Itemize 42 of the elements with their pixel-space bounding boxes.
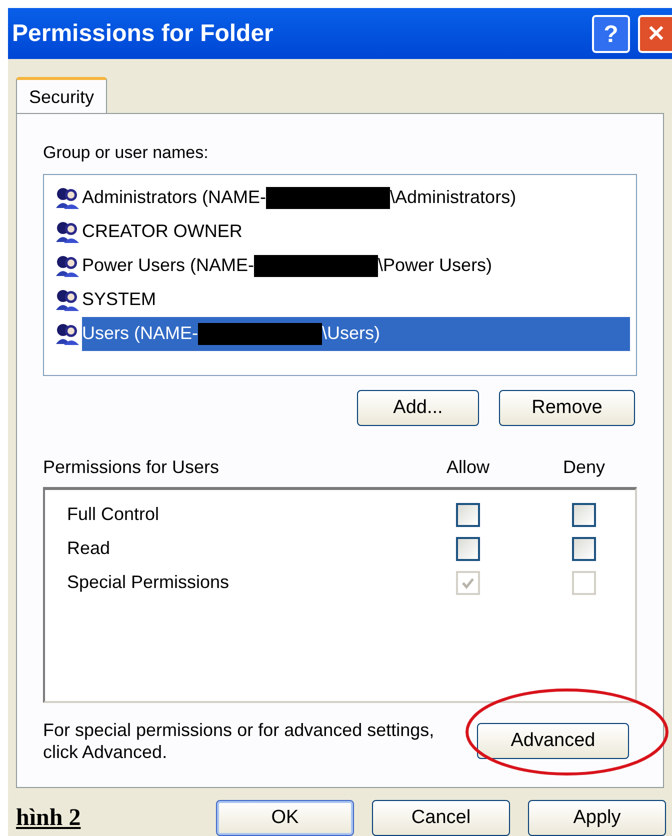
user-name: \Users): [322, 322, 380, 346]
remove-button[interactable]: Remove: [499, 390, 635, 426]
user-name: Administrators (NAME-: [82, 186, 266, 210]
user-item[interactable]: CREATOR OWNER: [82, 214, 630, 249]
users-icon: [54, 288, 80, 312]
user-item[interactable]: SYSTEM: [82, 282, 630, 317]
dialog-button[interactable]: Apply: [528, 800, 666, 836]
users-icon: [54, 186, 80, 210]
user-name: Power Users (NAME-: [82, 254, 254, 278]
advanced-button[interactable]: Advanced: [477, 722, 629, 759]
user-item[interactable]: Administrators (NAME- \Administrators): [82, 180, 630, 215]
permissions-title: Permissions for Users: [43, 456, 220, 479]
figure-caption: hình 2: [16, 804, 82, 833]
add-button[interactable]: Add...: [357, 390, 479, 426]
checkbox[interactable]: [456, 502, 480, 527]
permission-name: Full Control: [67, 503, 160, 526]
help-button[interactable]: ?: [592, 14, 630, 53]
user-name: CREATOR OWNER: [82, 220, 242, 244]
permission-name: Special Permissions: [67, 571, 230, 594]
user-name: \Power Users): [378, 254, 492, 278]
checkbox[interactable]: [456, 536, 480, 561]
user-name: SYSTEM: [82, 288, 156, 312]
user-name: Users (NAME-: [82, 322, 198, 346]
group-label: Group or user names:: [43, 142, 210, 164]
user-name: \Administrators): [390, 186, 516, 210]
checkbox[interactable]: [572, 502, 596, 527]
deny-header: Deny: [562, 456, 606, 479]
tab[interactable]: Security: [16, 77, 108, 114]
close-button[interactable]: ✕: [638, 14, 672, 53]
checkbox[interactable]: [572, 536, 596, 561]
user-item[interactable]: Users (NAME- \Users): [82, 316, 630, 351]
window-title: Permissions for Folder: [12, 18, 274, 49]
users-icon: [54, 322, 80, 346]
dialog-button[interactable]: OK: [216, 800, 354, 836]
users-icon: [54, 254, 80, 278]
allow-header: Allow: [445, 456, 490, 479]
checkmark-icon: [461, 576, 475, 590]
users-icon: [54, 220, 80, 244]
user-item[interactable]: Power Users (NAME- \Power Users): [82, 248, 630, 283]
advanced-note: For special permissions or for advanced settings, click Advanced.: [43, 718, 436, 763]
dialog-button[interactable]: Cancel: [372, 800, 510, 836]
permission-name: Read: [67, 537, 112, 560]
